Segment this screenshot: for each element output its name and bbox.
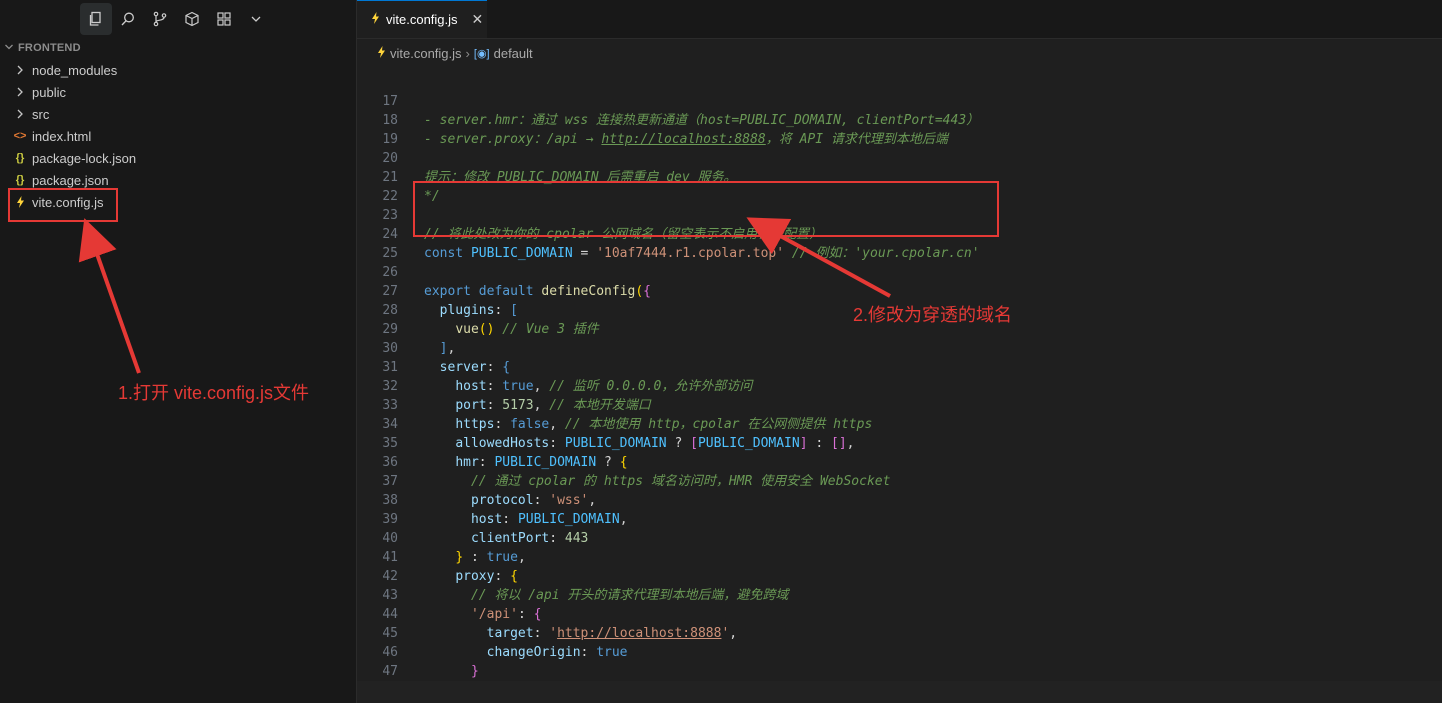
code-line-partial — [357, 62, 1442, 68]
code-line: 32 port: 5173, // 本地开发端口 — [382, 379, 651, 413]
breadcrumb-symbol[interactable]: default — [494, 46, 533, 61]
explorer-icon[interactable] — [80, 3, 112, 35]
code-line: 43 '/api': { — [382, 588, 542, 622]
code-line: 26 export default defineConfig({ — [382, 265, 651, 299]
extension-box-icon[interactable] — [176, 3, 208, 35]
highlight-box-file — [8, 188, 118, 222]
code-line: 34 allowedHosts: PUBLIC_DOMAIN ? [PUBLIC… — [382, 417, 855, 451]
code-line: 35 hmr: PUBLIC_DOMAIN ? { — [382, 436, 628, 470]
code-line-current: 49 }) — [357, 681, 1442, 703]
tree-item-label: index.html — [32, 128, 92, 144]
explorer-title: FRONTEND — [18, 42, 81, 54]
code-line: 46 } — [382, 645, 479, 679]
code-line: 17 - server.hmr：通过 wss 连接热更新通道（host=PUBL… — [382, 94, 980, 128]
code-line: 48 } — [357, 662, 1442, 703]
highlight-box-domain — [413, 181, 999, 237]
code-line: 45 changeOrigin: true — [382, 626, 628, 660]
tree-item-label: package-lock.json — [32, 150, 137, 166]
code-line: 40 } : true, — [382, 531, 526, 565]
code-line: 33 https: false, // 本地使用 http，cpolar 在公网… — [382, 398, 873, 432]
json-file-icon: {} — [15, 152, 25, 164]
code-line: 44 target: 'http://localhost:8888', — [382, 607, 738, 641]
json-file-icon: {} — [15, 174, 25, 186]
vite-file-icon — [371, 12, 380, 27]
code-line: 41 proxy: { — [382, 550, 518, 584]
explorer-section-header[interactable]: FRONTEND — [0, 41, 356, 55]
sidebar: FRONTEND node_modules public src <> inde… — [0, 0, 357, 703]
vite-file-icon — [377, 45, 386, 61]
tree-item-public[interactable]: public — [0, 81, 356, 103]
tree-item-node-modules[interactable]: node_modules — [0, 59, 356, 81]
tree-item-src[interactable]: src — [0, 103, 356, 125]
sidebar-toolbar — [0, 0, 356, 38]
tree-item-label: public — [32, 84, 66, 100]
code-line: 31 host: true, // 监听 0.0.0.0，允许外部访问 — [382, 360, 753, 394]
code-line: 39 clientPort: 443 — [382, 512, 589, 546]
close-icon[interactable]: ✕ — [472, 11, 484, 28]
chevron-down-icon[interactable] — [240, 3, 272, 35]
code-line: 20 提示：修改 PUBLIC_DOMAIN 后需重启 dev 服务。 — [382, 151, 737, 185]
code-editor[interactable]: 17 - server.hmr：通过 wss 连接热更新通道（host=PUBL… — [357, 62, 1442, 703]
tree-item-package-lock-json[interactable]: {} package-lock.json — [0, 147, 356, 169]
code-line: 28 vue() // Vue 3 插件 — [382, 303, 599, 337]
code-line: 18 - server.proxy：/api → http://localhos… — [382, 113, 948, 147]
code-line: 37 protocol: 'wss', — [382, 474, 597, 508]
html-file-icon: <> — [13, 130, 27, 142]
chevron-right-icon — [14, 65, 26, 75]
annotation-step2: 2.修改为穿透的域名 — [853, 305, 1013, 325]
tree-item-label: node_modules — [32, 62, 118, 78]
source-control-icon[interactable] — [144, 3, 176, 35]
code-line: 47 } — [382, 664, 463, 698]
code-line: 36 // 通过 cpolar 的 https 域名访问时，HMR 使用安全 W… — [382, 455, 891, 489]
breadcrumb: vite.config.js › [◉] default — [357, 43, 1442, 63]
tab-label: vite.config.js — [386, 12, 458, 27]
symbol-variable-icon: [◉] — [473, 47, 490, 60]
chevron-down-icon — [4, 42, 14, 55]
annotation-step1: 1.打开 vite.config.js文件 — [118, 383, 310, 403]
code-line: 19 — [382, 132, 398, 147]
tree-item-label: package.json — [32, 172, 109, 188]
search-icon[interactable] — [112, 3, 144, 35]
code-line: 38 host: PUBLIC_DOMAIN, — [382, 493, 628, 527]
code-line: 42 // 将以 /api 开头的请求代理到本地后端，避免跨域 — [382, 569, 789, 603]
code-line: 21 */ — [382, 170, 440, 204]
tree-item-index-html[interactable]: <> index.html — [0, 125, 356, 147]
breadcrumb-file[interactable]: vite.config.js — [390, 46, 462, 61]
extensions-icon[interactable] — [208, 3, 240, 35]
chevron-right-icon — [14, 109, 26, 119]
code-line: 27 plugins: [ — [382, 284, 518, 318]
tab-vite-config-js[interactable]: vite.config.js ✕ — [357, 0, 487, 38]
tree-item-label: src — [32, 106, 50, 122]
chevron-right-icon: › — [465, 45, 470, 61]
tab-bar: vite.config.js ✕ — [357, 0, 1442, 39]
chevron-right-icon — [14, 87, 26, 97]
